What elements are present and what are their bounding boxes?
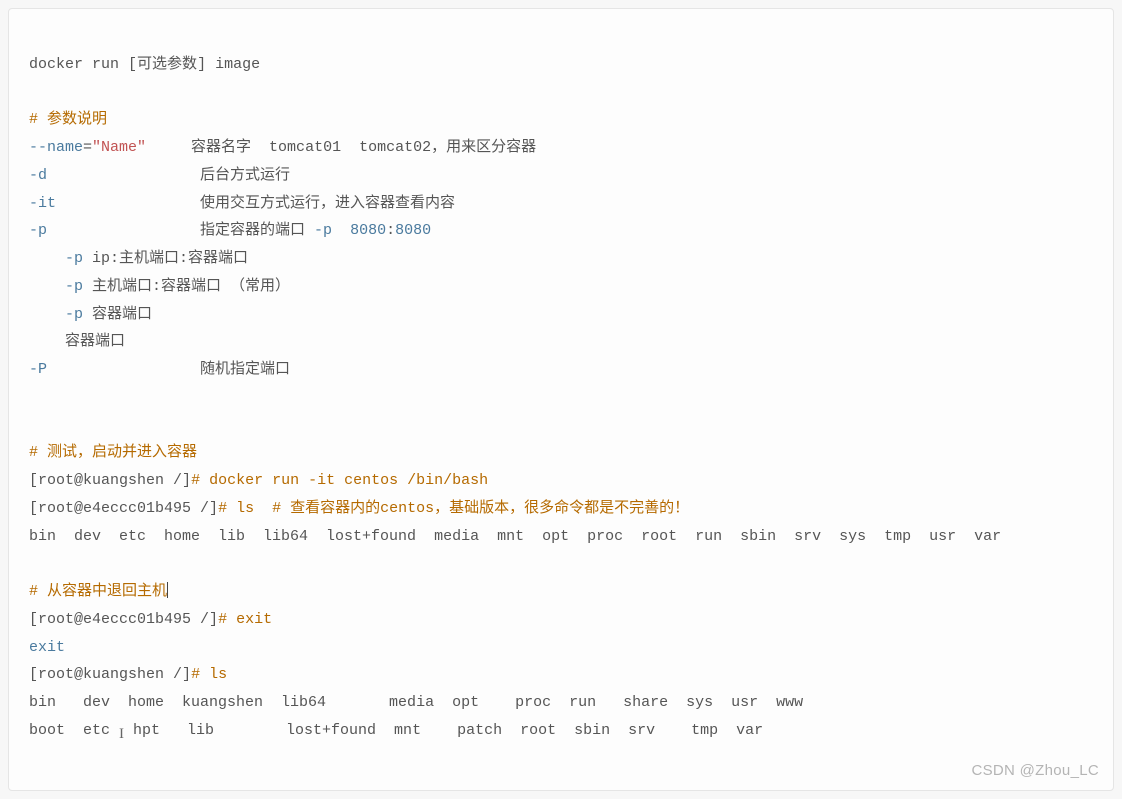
output-line: exit — [29, 639, 65, 656]
ibeam-cursor-icon: I — [119, 721, 124, 749]
prompt-host: root@kuangshen / — [38, 472, 182, 489]
code-flag: -P — [29, 361, 47, 378]
prompt-host: root@e4eccc01b495 / — [38, 500, 209, 517]
code-comment: # 参数说明 — [29, 111, 107, 128]
output-line: bin dev home kuangshen lib64 media opt p… — [29, 694, 803, 711]
prompt-host: root@kuangshen / — [38, 666, 182, 683]
code-comment: # 测试，启动并进入容器 — [29, 444, 197, 461]
code-flag: -p — [29, 278, 83, 295]
text-cursor — [167, 582, 168, 598]
code-string: "Name" — [92, 139, 146, 156]
code-line: docker run — [29, 56, 128, 73]
code-flag: -p — [29, 306, 83, 323]
output-line: boot etc — [29, 722, 119, 739]
code-line: 容器端口 — [29, 333, 125, 350]
code-flag: -d — [29, 167, 47, 184]
prompt-host: root@e4eccc01b495 / — [38, 611, 209, 628]
output-line: bin dev etc home lib lib64 lost+found me… — [29, 528, 1001, 545]
code-block: docker run [可选参数] image # 参数说明 --name="N… — [8, 8, 1114, 791]
watermark: CSDN @Zhou_LC — [971, 757, 1099, 785]
code-flag: -it — [29, 195, 56, 212]
code-comment: # 从容器中退回主机 — [29, 583, 167, 600]
code-flag: -p — [29, 250, 83, 267]
code-flag: --name — [29, 139, 83, 156]
code-flag: -p — [29, 222, 47, 239]
